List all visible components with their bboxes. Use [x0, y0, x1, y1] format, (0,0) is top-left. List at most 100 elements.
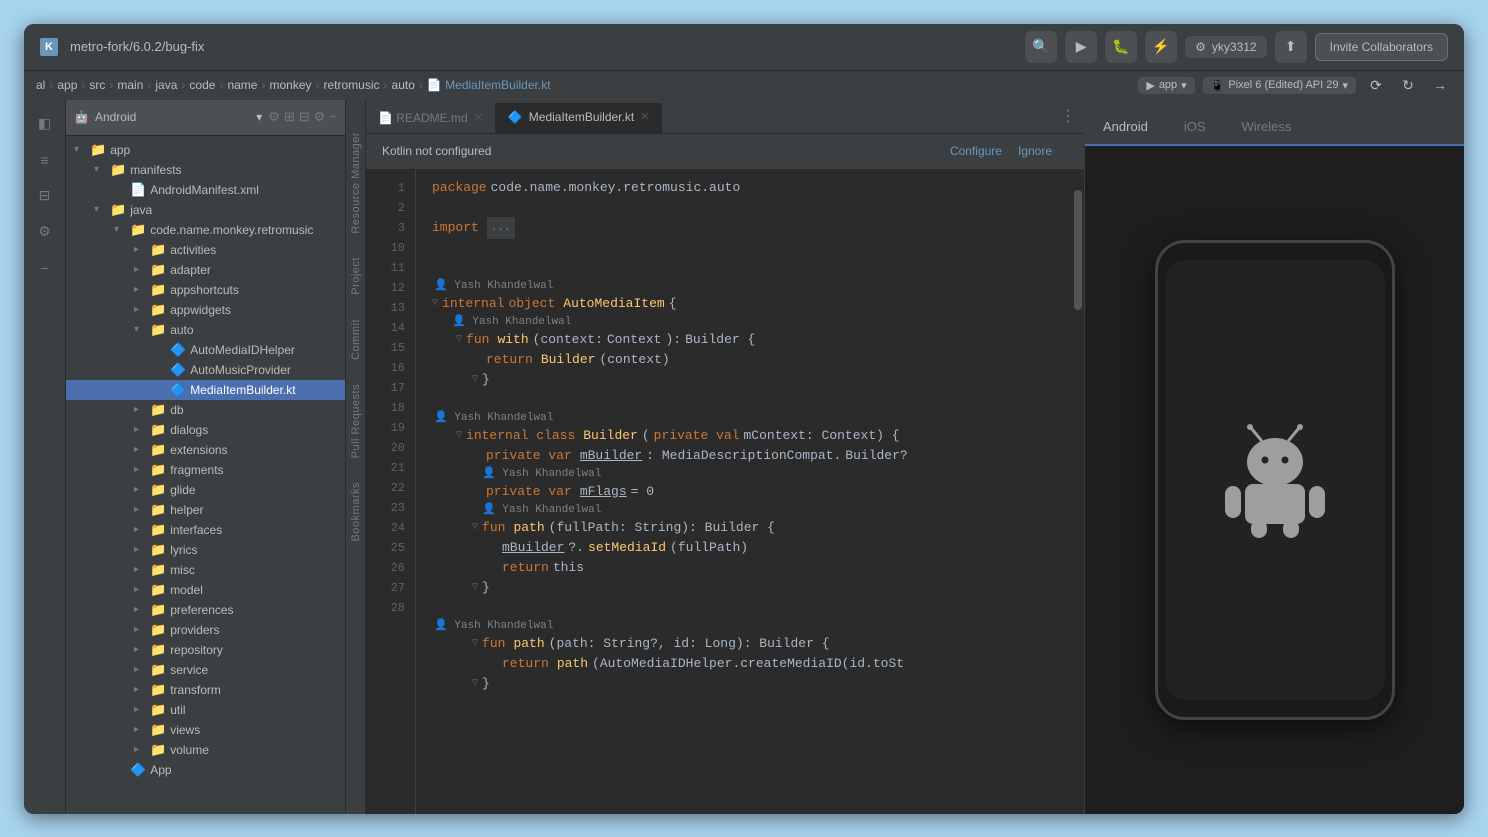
arrow-icon: ▸ [134, 444, 146, 455]
tree-item-automediaidhelper[interactable]: ▸ 🔷 AutoMediaIDHelper [66, 340, 345, 360]
breadcrumb-app[interactable]: app [57, 78, 77, 92]
tree-item-extensions[interactable]: ▸ 📁 extensions [66, 440, 345, 460]
tab-wireless[interactable]: Wireless [1223, 109, 1309, 146]
invite-collaborators-btn[interactable]: Invite Collaborators [1315, 33, 1448, 61]
fold-arrow-12[interactable]: ▽ [432, 294, 438, 314]
panel-icon-settings[interactable]: ⚙ [314, 109, 326, 125]
commit-label[interactable]: Commit [346, 307, 366, 372]
project-label[interactable]: Project [346, 245, 366, 307]
fold-arrow-25[interactable]: ▽ [472, 634, 478, 654]
resource-manager-label[interactable]: Resource Manager [346, 120, 366, 246]
tree-item-glide[interactable]: ▸ 📁 glide [66, 480, 345, 500]
tree-label: AndroidManifest.xml [150, 183, 259, 197]
scrollbar-thumb[interactable] [1074, 190, 1082, 310]
code-line-22: return this [432, 558, 1072, 578]
left-icon-1[interactable]: ◧ [29, 108, 61, 140]
github-btn[interactable]: ⚙ yky3312 [1185, 36, 1266, 58]
tree-item-helper[interactable]: ▸ 📁 helper [66, 500, 345, 520]
fold-arrow-15[interactable]: ▽ [472, 370, 478, 390]
tree-item-mediaitembuilder[interactable]: ▸ 🔷 MediaItemBuilder.kt [66, 380, 345, 400]
breadcrumb-file[interactable]: 📄 MediaItemBuilder.kt [427, 78, 551, 92]
breadcrumb-java[interactable]: java [155, 78, 177, 92]
tree-item-repository[interactable]: ▸ 📁 repository [66, 640, 345, 660]
tab-mediaitembuilder-close[interactable]: ✕ [640, 110, 649, 123]
tabs-overflow-menu[interactable]: ⋮ [1052, 106, 1084, 126]
tree-item-appwidgets[interactable]: ▸ 📁 appwidgets [66, 300, 345, 320]
tree-item-volume[interactable]: ▸ 📁 volume [66, 740, 345, 760]
tree-item-db[interactable]: ▸ 📁 db [66, 400, 345, 420]
tree-item-dialogs[interactable]: ▸ 📁 dialogs [66, 420, 345, 440]
panel-icon-collapse[interactable]: ⊟ [299, 109, 310, 125]
search-everywhere-btn[interactable]: 🔍 [1025, 31, 1057, 63]
fold-arrow-20[interactable]: ▽ [472, 518, 478, 538]
tree-item-app[interactable]: ▾ 📁 app [66, 140, 345, 160]
configure-link[interactable]: Configure [950, 144, 1002, 158]
breadcrumb-src[interactable]: src [89, 78, 105, 92]
panel-icon-cog[interactable]: ⚙ [268, 109, 280, 125]
tree-item-service[interactable]: ▸ 📁 service [66, 660, 345, 680]
arrow-icon: ▸ [134, 544, 146, 555]
tab-android[interactable]: Android [1085, 109, 1166, 146]
profile-btn[interactable]: ⚡ [1145, 31, 1177, 63]
tree-item-misc[interactable]: ▸ 📁 misc [66, 560, 345, 580]
left-icon-3[interactable]: ⊟ [29, 180, 61, 212]
breadcrumb-main[interactable]: main [117, 78, 143, 92]
ignore-link[interactable]: Ignore [1018, 144, 1052, 158]
pull-requests-label[interactable]: Pull Requests [346, 372, 366, 470]
run-config-select[interactable]: ▶ app ▾ [1138, 77, 1194, 94]
tab-readme[interactable]: 📄 README.md ✕ [366, 103, 496, 133]
tree-item-providers[interactable]: ▸ 📁 providers [66, 620, 345, 640]
vcs-btn[interactable]: ⬆ [1275, 31, 1307, 63]
breadcrumb-name[interactable]: name [227, 78, 257, 92]
device-config-select[interactable]: 📱 Pixel 6 (Edited) API 29 ▾ [1203, 77, 1356, 94]
tree-item-interfaces[interactable]: ▸ 📁 interfaces [66, 520, 345, 540]
breadcrumb-auto[interactable]: auto [392, 78, 415, 92]
code-editor: 1 2 3 10 11 12 13 14 15 16 17 18 19 20 2… [366, 170, 1084, 814]
fold-arrow-27[interactable]: ▽ [472, 674, 478, 694]
tree-item-activities[interactable]: ▸ 📁 activities [66, 240, 345, 260]
tree-item-util[interactable]: ▸ 📁 util [66, 700, 345, 720]
vertical-scrollbar[interactable] [1072, 170, 1084, 814]
tree-item-manifests[interactable]: ▾ 📁 manifests [66, 160, 345, 180]
tree-item-auto[interactable]: ▾ 📁 auto [66, 320, 345, 340]
tab-mediaitembuilder[interactable]: 🔷 MediaItemBuilder.kt ✕ [496, 103, 663, 133]
tree-item-model[interactable]: ▸ 📁 model [66, 580, 345, 600]
code-content[interactable]: package code.name.monkey.retromusic.auto… [416, 170, 1072, 814]
debug-btn[interactable]: 🐛 [1105, 31, 1137, 63]
tree-item-views[interactable]: ▸ 📁 views [66, 720, 345, 740]
run-btn[interactable]: ▶ [1065, 31, 1097, 63]
tree-item-transform[interactable]: ▸ 📁 transform [66, 680, 345, 700]
panel-chevron[interactable]: ▾ [256, 110, 262, 124]
fold-arrow-13[interactable]: ▽ [456, 330, 462, 350]
tab-readme-close[interactable]: ✕ [474, 111, 483, 124]
panel-icon-close[interactable]: − [329, 109, 337, 125]
tree-item-androidmanifest[interactable]: ▸ 📄 AndroidManifest.xml [66, 180, 345, 200]
fold-arrow-17[interactable]: ▽ [456, 426, 462, 446]
expand-btn[interactable]: → [1428, 73, 1452, 97]
folder-icon: 📁 [150, 542, 166, 558]
tree-label: model [170, 583, 203, 597]
tree-item-app-kt[interactable]: ▸ 🔷 App [66, 760, 345, 780]
tree-item-lyrics[interactable]: ▸ 📁 lyrics [66, 540, 345, 560]
tree-item-adapter[interactable]: ▸ 📁 adapter [66, 260, 345, 280]
device-config-label: Pixel 6 (Edited) API 29 [1228, 79, 1338, 91]
tree-item-preferences[interactable]: ▸ 📁 preferences [66, 600, 345, 620]
breadcrumb-monkey[interactable]: monkey [269, 78, 311, 92]
left-icon-2[interactable]: ≡ [29, 144, 61, 176]
tree-item-fragments[interactable]: ▸ 📁 fragments [66, 460, 345, 480]
tab-ios[interactable]: iOS [1166, 109, 1224, 146]
bookmarks-label[interactable]: Bookmarks [346, 470, 366, 554]
breadcrumb-code[interactable]: code [189, 78, 215, 92]
run2-btn[interactable]: ↻ [1396, 73, 1420, 97]
panel-icon-expand[interactable]: ⊞ [284, 109, 295, 125]
left-icon-5[interactable]: − [29, 252, 61, 284]
breadcrumb-retromusic[interactable]: retromusic [324, 78, 380, 92]
tree-item-automusicprovider[interactable]: ▸ 🔷 AutoMusicProvider [66, 360, 345, 380]
breadcrumb-al[interactable]: al [36, 78, 45, 92]
left-icon-4[interactable]: ⚙ [29, 216, 61, 248]
sync-btn[interactable]: ⟳ [1364, 73, 1388, 97]
tree-item-appshortcuts[interactable]: ▸ 📁 appshortcuts [66, 280, 345, 300]
tree-item-package[interactable]: ▾ 📁 code.name.monkey.retromusic [66, 220, 345, 240]
tree-item-java[interactable]: ▾ 📁 java [66, 200, 345, 220]
fold-arrow-23[interactable]: ▽ [472, 578, 478, 598]
